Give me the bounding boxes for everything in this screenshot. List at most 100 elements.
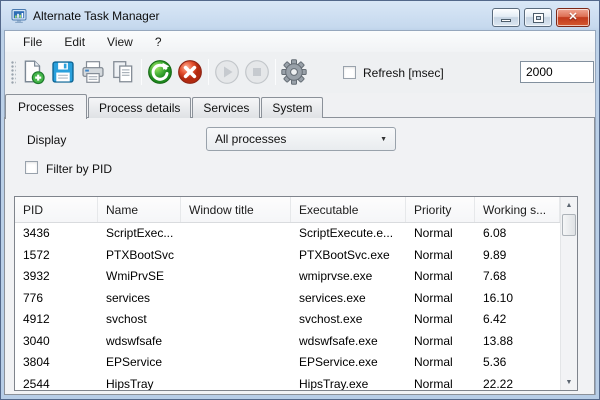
tab-services[interactable]: Services: [192, 97, 260, 118]
column-header-window-title[interactable]: Window title: [181, 197, 291, 222]
table-row[interactable]: 3932WmiPrvSE wmiprvse.exeNormal7.68: [15, 266, 560, 288]
table-cell: 9.89: [475, 245, 560, 267]
scroll-up-button[interactable]: ▲: [561, 197, 577, 213]
table-cell: PTXBootSvc.exe: [291, 245, 406, 267]
filter-by-pid-checkbox[interactable]: [25, 161, 38, 174]
table-cell: 6.08: [475, 223, 560, 245]
table-cell: 3932: [15, 266, 98, 288]
print-icon: [80, 59, 106, 85]
process-table: PIDNameWindow titleExecutablePriorityWor…: [14, 196, 578, 391]
table-cell: 3040: [15, 331, 98, 353]
app-icon: [11, 8, 27, 24]
scroll-down-button[interactable]: ▼: [561, 374, 577, 390]
new-document-button[interactable]: [18, 57, 48, 87]
table-row[interactable]: 3436ScriptExec...ScriptExecute.e...Norma…: [15, 223, 560, 245]
resume-button: [212, 57, 242, 87]
window-title: Alternate Task Manager: [33, 9, 160, 23]
table-row[interactable]: 4912svchostsvchost.exeNormal6.42: [15, 309, 560, 331]
table-cell: ScriptExec...: [98, 223, 181, 245]
display-select[interactable]: All processes ▼: [206, 127, 396, 151]
toolbar-separator: [141, 59, 142, 85]
table-cell: Normal: [406, 288, 475, 310]
table-cell: Normal: [406, 266, 475, 288]
scroll-thumb[interactable]: [562, 214, 576, 236]
table-body: 3436ScriptExec...ScriptExecute.e...Norma…: [15, 223, 560, 390]
refresh-interval-input[interactable]: [520, 61, 594, 83]
toolbar-grip[interactable]: [11, 61, 16, 85]
table-cell: [181, 309, 291, 331]
column-header-executable[interactable]: Executable: [291, 197, 406, 222]
play-icon: [213, 58, 241, 86]
copy-button[interactable]: [108, 57, 138, 87]
minimize-button[interactable]: [492, 8, 520, 27]
refresh-checkbox-label: Refresh [msec]: [363, 66, 444, 80]
table-cell: EPService.exe: [291, 352, 406, 374]
table-row[interactable]: 1572PTXBootSvcPTXBootSvc.exeNormal9.89: [15, 245, 560, 267]
table-row[interactable]: 3040wdswfsafewdswfsafe.exeNormal13.88: [15, 331, 560, 353]
print-button[interactable]: [78, 57, 108, 87]
menu-item-view[interactable]: View: [96, 33, 144, 51]
table-cell: [181, 223, 291, 245]
process-table-main: PIDNameWindow titleExecutablePriorityWor…: [15, 197, 560, 390]
refresh-button[interactable]: [145, 57, 175, 87]
refresh-icon: [146, 58, 174, 86]
kill-process-button[interactable]: [175, 57, 205, 87]
table-header: PIDNameWindow titleExecutablePriorityWor…: [15, 197, 560, 223]
caption-buttons: ✕: [492, 8, 590, 27]
close-icon: ✕: [568, 12, 577, 23]
save-icon: [50, 59, 76, 85]
table-cell: HipsTray: [98, 374, 181, 391]
toolbar-separator: [208, 59, 209, 85]
tab-processes[interactable]: Processes: [5, 94, 87, 119]
column-header-name[interactable]: Name: [98, 197, 181, 222]
close-button[interactable]: ✕: [556, 8, 590, 27]
processes-tab-panel: Display All processes ▼ Filter by PID PI…: [4, 117, 595, 395]
table-cell: [181, 288, 291, 310]
toolbar: Refresh [msec]: [5, 52, 595, 93]
table-cell: 6.42: [475, 309, 560, 331]
toolbar-buttons: [18, 57, 309, 87]
minimize-icon: [501, 19, 511, 22]
table-cell: WmiPrvSE: [98, 266, 181, 288]
table-cell: 16.10: [475, 288, 560, 310]
new-document-icon: [20, 59, 46, 85]
tab-process-details[interactable]: Process details: [88, 97, 191, 118]
table-cell: 13.88: [475, 331, 560, 353]
column-header-priority[interactable]: Priority: [406, 197, 475, 222]
filter-by-pid-label: Filter by PID: [46, 162, 112, 176]
refresh-checkbox[interactable]: [343, 66, 356, 79]
table-cell: Normal: [406, 223, 475, 245]
table-cell: 22.22: [475, 374, 560, 391]
table-cell: Normal: [406, 352, 475, 374]
menu-bar: FileEditView?: [5, 31, 595, 52]
settings-button[interactable]: [279, 57, 309, 87]
save-button[interactable]: [48, 57, 78, 87]
table-cell: 1572: [15, 245, 98, 267]
tab-system[interactable]: System: [261, 97, 323, 118]
stop-icon: [243, 58, 271, 86]
table-cell: svchost.exe: [291, 309, 406, 331]
column-header-pid[interactable]: PID: [15, 197, 98, 222]
table-row[interactable]: 3804EPServiceEPService.exeNormal5.36: [15, 352, 560, 374]
app-window: Alternate Task Manager ✕ FileEditView?: [0, 0, 600, 400]
table-cell: 4912: [15, 309, 98, 331]
table-cell: HipsTray.exe: [291, 374, 406, 391]
table-row[interactable]: 776servicesservices.exeNormal16.10: [15, 288, 560, 310]
table-cell: 776: [15, 288, 98, 310]
table-cell: wdswfsafe: [98, 331, 181, 353]
table-cell: Normal: [406, 309, 475, 331]
maximize-button[interactable]: [524, 8, 552, 27]
table-cell: 7.68: [475, 266, 560, 288]
menu-item-file[interactable]: File: [12, 33, 53, 51]
table-cell: [181, 245, 291, 267]
column-header-working-s[interactable]: Working s...: [475, 197, 560, 222]
menu-item-help[interactable]: ?: [144, 33, 173, 51]
table-cell: wdswfsafe.exe: [291, 331, 406, 353]
table-cell: [181, 374, 291, 391]
table-cell: 3436: [15, 223, 98, 245]
table-row[interactable]: 2544HipsTrayHipsTray.exeNormal22.22: [15, 374, 560, 391]
display-select-value: All processes: [215, 132, 380, 146]
table-cell: wmiprvse.exe: [291, 266, 406, 288]
vertical-scrollbar[interactable]: ▲ ▼: [560, 197, 577, 390]
menu-item-edit[interactable]: Edit: [53, 33, 96, 51]
